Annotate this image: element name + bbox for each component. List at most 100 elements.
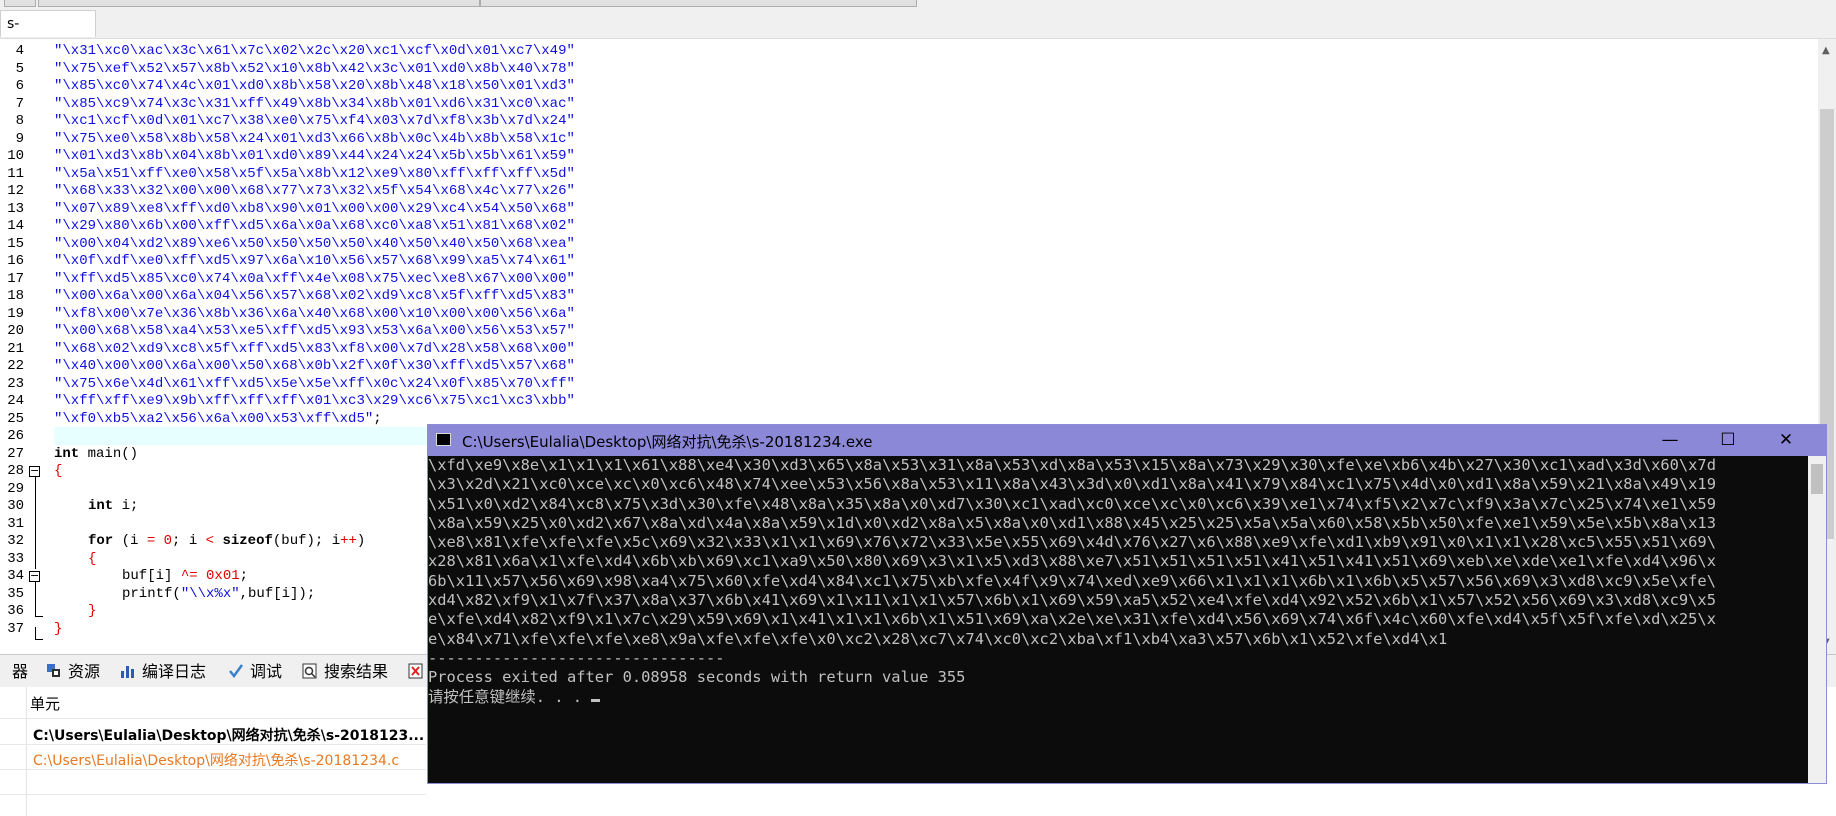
line-number: 25 <box>7 410 24 427</box>
tab-close-results[interactable] <box>404 659 426 685</box>
code-line: "\x68\x02\xd9\xc8\x5f\xff\xd5\x83\xf8\x0… <box>54 341 575 359</box>
string-literal: "\x01\xd3\x8b\x04\x8b\x01\xd0\x89\x44\x2… <box>54 148 575 164</box>
code-line: "\x31\xc0\xac\x3c\x61\x7c\x02\x2c\x20\xc… <box>54 43 575 61</box>
console-line: x28\x81\x6a\x1\xfe\xd4\x6b\xb\x69\xc1\xa… <box>428 552 1716 571</box>
console-line: -------------------------------- <box>428 648 725 667</box>
line-number: 18 <box>7 288 24 304</box>
row-separator <box>0 794 426 795</box>
fold-toggle[interactable]: − <box>29 570 40 582</box>
string-literal: "\\x%x" <box>180 585 240 602</box>
line-number: 36 <box>7 603 24 619</box>
fold-end <box>35 639 43 640</box>
line-number: 27 <box>7 445 24 462</box>
string-literal: "\x00\x04\xd2\x89\xe6\x50\x50\x50\x50\x4… <box>54 235 575 252</box>
string-literal: "\x68\x02\xd9\xc8\x5f\xff\xd5\x83\xf8\x0… <box>54 340 575 357</box>
code-line: int main() <box>54 446 138 464</box>
console-line: \xfd\xe9\x8e\x1\x1\x1\x61\x88\xe4\x30\xd… <box>428 456 1716 474</box>
code-token: buf[i] <box>122 568 181 584</box>
line-number: 8 <box>15 113 24 129</box>
code-line: "\x01\xd3\x8b\x04\x8b\x01\xd0\x89\x44\x2… <box>54 148 575 166</box>
line-number: 22 <box>7 358 24 374</box>
code-token: (buf); i <box>272 533 341 549</box>
code-line: "\x75\x6e\x4d\x61\xff\xd5\x5e\x5e\xff\x0… <box>54 376 575 394</box>
line-number: 9 <box>15 130 24 147</box>
console-line: e\x84\x71\xfe\xfe\xfe\xe8\x9a\xfe\xfe\xf… <box>428 629 1448 648</box>
code-line: { <box>88 551 96 569</box>
tab-resources[interactable]: 资源 <box>42 659 112 685</box>
code-token: ; <box>239 568 249 584</box>
tab-debug-label: 调试 <box>250 662 283 681</box>
string-literal: "\x68\x33\x32\x00\x00\x68\x77\x73\x32\x5… <box>54 183 575 199</box>
scroll-up-icon[interactable]: ▲ <box>1822 45 1830 56</box>
code-line: "\x40\x00\x00\x6a\x00\x50\x68\x0b\x2f\x0… <box>54 358 575 376</box>
result-row[interactable]: C:\Users\Eulalia\Desktop\网络对抗\免杀\s-20181… <box>33 750 399 770</box>
maximize-button[interactable]: ☐ <box>1700 427 1756 454</box>
string-literal: "\x75\xe0\x58\x8b\x58\x24\x01\xd3\x66\x8… <box>54 130 575 147</box>
tab-compile-log[interactable]: 编译日志 <box>116 659 220 685</box>
resources-icon <box>47 664 60 677</box>
string-literal: "\x00\x6a\x00\x6a\x04\x56\x57\x68\x02\xd… <box>54 288 575 304</box>
code-line: "\xf8\x00\x7e\x36\x8b\x36\x6a\x40\x68\x0… <box>54 306 575 324</box>
console-line: 6b\x11\x57\x56\x69\x98\xa4\x75\x60\xfe\x… <box>428 571 1716 590</box>
code-line: "\x85\xc9\x74\x3c\x31\xff\x49\x8b\x34\x8… <box>54 96 575 114</box>
line-number: 6 <box>15 78 24 94</box>
line-number: 5 <box>15 60 24 77</box>
brace: { <box>88 550 97 567</box>
close-button[interactable]: ✕ <box>1758 427 1814 454</box>
code-line: "\x07\x89\xe8\xff\xd0\xb8\x90\x01\x00\x0… <box>54 201 575 219</box>
keyword: int <box>88 498 114 514</box>
console-output[interactable]: \xfd\xe9\x8e\x1\x1\x1\x61\x88\xe4\x30\xd… <box>428 456 1808 783</box>
row-separator <box>0 718 426 719</box>
operator: ^= <box>180 568 198 584</box>
line-number: 14 <box>7 218 24 234</box>
keyword: int <box>54 445 80 462</box>
line-number: 24 <box>7 393 24 409</box>
minimize-button[interactable]: — <box>1642 427 1698 454</box>
code-token: ; i <box>172 533 206 549</box>
string-literal: "\x07\x89\xe8\xff\xd0\xb8\x90\x01\x00\x0… <box>54 200 575 217</box>
line-number: 17 <box>7 270 24 287</box>
string-literal: "\xf8\x00\x7e\x36\x8b\x36\x6a\x40\x68\x0… <box>54 305 575 322</box>
code-token: ,buf[i]); <box>239 585 316 602</box>
code-line: "\xff\xff\xe9\x9b\xff\xff\xff\x01\xc3\x2… <box>54 393 575 411</box>
code-line: } <box>88 603 96 621</box>
close-results-icon <box>408 663 423 679</box>
console-scrollbar[interactable] <box>1808 456 1826 783</box>
code-token: ; <box>373 410 382 427</box>
console-window[interactable]: C:\Users\Eulalia\Desktop\网络对抗\免杀\s-20181… <box>427 424 1827 784</box>
line-number: 19 <box>7 305 24 322</box>
number: 0x01 <box>206 568 240 584</box>
row-separator <box>0 744 426 745</box>
line-number-gutter: 4 5 6 7 8 9 10 11 12 13 14 15 16 17 18 19 20 21 22 23 24 25 26… <box>0 39 32 654</box>
string-literal: "\x85\xc0\x74\x4c\x01\xd0\x8b\x58\x20\x8… <box>54 78 575 94</box>
line-number: 37 <box>7 620 24 637</box>
toolbar-segment <box>38 0 480 7</box>
column-header-unit[interactable]: 单元 <box>30 693 60 714</box>
code-token: (i <box>113 533 147 549</box>
file-tab[interactable]: s-20181234.c <box>0 10 96 59</box>
line-number: 29 <box>7 480 24 497</box>
code-line: "\x75\xe0\x58\x8b\x58\x24\x01\xd3\x66\x8… <box>54 131 575 149</box>
console-line: \x8a\x59\x25\x0\xd2\x67\x8a\xd\x4a\x8a\x… <box>428 513 1716 532</box>
tab-compiler[interactable]: 器 (2) <box>0 659 42 707</box>
console-title-bar[interactable]: C:\Users\Eulalia\Desktop\网络对抗\免杀\s-20181… <box>428 425 1826 456</box>
console-line: \xe8\x81\xfe\xfe\xfe\x5c\x69\x32\x33\x1\… <box>428 533 1716 552</box>
code-token: main() <box>79 445 139 462</box>
bar-chart-icon <box>121 666 134 678</box>
result-row[interactable]: C:\Users\Eulalia\Desktop\网络对抗\免杀\s-20181… <box>33 725 424 745</box>
string-literal: "\x29\x80\x6b\x00\xff\xd5\x6a\x0a\x68\xc… <box>54 218 575 234</box>
string-literal: "\x85\xc9\x74\x3c\x31\xff\x49\x8b\x34\x8… <box>54 95 575 112</box>
string-literal: "\xff\xff\xe9\x9b\xff\xff\xff\x01\xc3\x2… <box>54 393 575 409</box>
toolbar-strip <box>0 0 1836 8</box>
fold-guide <box>35 477 36 569</box>
console-title: C:\Users\Eulalia\Desktop\网络对抗\免杀\s-20181… <box>462 433 873 451</box>
fold-toggle[interactable]: − <box>29 465 40 477</box>
console-line: Process exited after 0.08958 seconds wit… <box>428 668 966 687</box>
console-scrollbar-thumb[interactable] <box>1811 464 1823 494</box>
line-number: 12 <box>7 183 24 199</box>
tab-search-results[interactable]: 搜索结果 <box>298 659 402 685</box>
brace: { <box>54 463 63 479</box>
string-literal: "\x75\xef\x52\x57\x8b\x52\x10\x8b\x42\x3… <box>54 60 575 77</box>
tab-debug[interactable]: 调试 <box>224 659 292 685</box>
